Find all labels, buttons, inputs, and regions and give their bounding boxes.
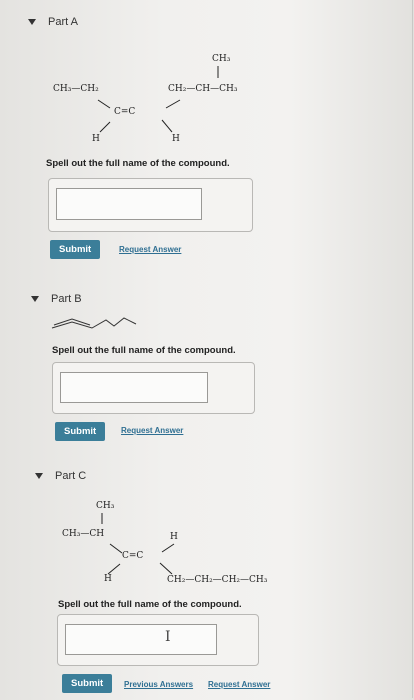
part-c-h-bottom: H [104,574,112,584]
part-c-ch3-ch: CH₃—CH [62,529,105,539]
screen: Part A CH₃ CH₃—CH₂ CH₂—CH—CH₃ C=C H H Sp… [0,0,414,700]
part-c-request-answer-link[interactable]: Request Answer [208,680,270,689]
part-c-answer-input[interactable] [65,624,217,655]
text-cursor-icon: I [165,629,171,645]
part-c-chain: CH₂—CH₂—CH₂—CH₃ [167,575,268,585]
part-c-h-top: H [170,532,178,542]
part-c-question: Spell out the full name of the compound. [58,599,242,610]
part-c-submit-button[interactable]: Submit [62,674,113,693]
part-c-answer-container: I [57,614,259,666]
part-c-bonds [101,513,175,575]
part-c-c-eq-c: C=C [122,551,144,561]
part-c-previous-answers-link[interactable]: Previous Answers [124,680,193,689]
